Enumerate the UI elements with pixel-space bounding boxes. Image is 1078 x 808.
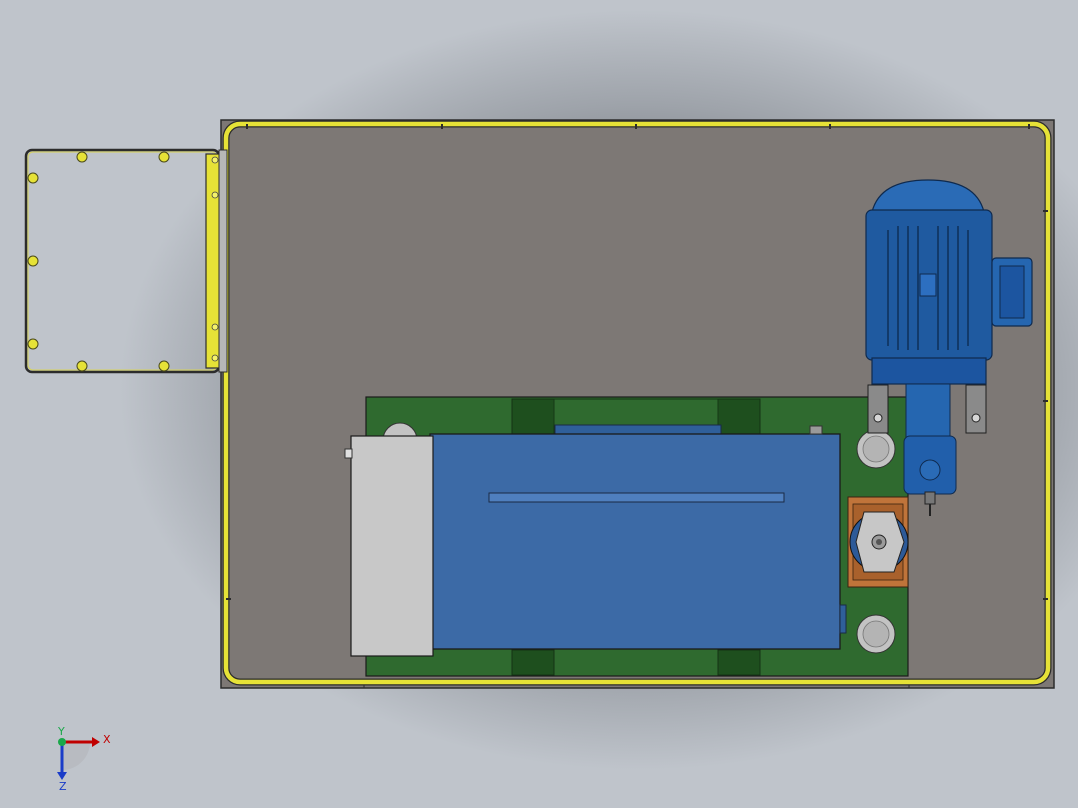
y-axis-label: Y [57,725,65,738]
pump-mount-flange[interactable] [847,496,909,588]
filter-cap[interactable] [856,429,896,469]
x-axis-label: X [103,733,111,746]
filter-cap[interactable] [856,614,896,654]
door-hinge [205,149,228,373]
cad-viewport[interactable]: X Y Z [0,0,1078,808]
oil-tank[interactable] [429,424,847,650]
y-axis-arrow [58,738,66,746]
cad-model-view[interactable]: X Y Z [0,0,1078,808]
tank-end-cap[interactable] [344,435,434,657]
z-axis-label: Z [59,780,67,793]
coordinate-triad: X Y Z [57,725,111,793]
access-door[interactable] [24,148,221,374]
